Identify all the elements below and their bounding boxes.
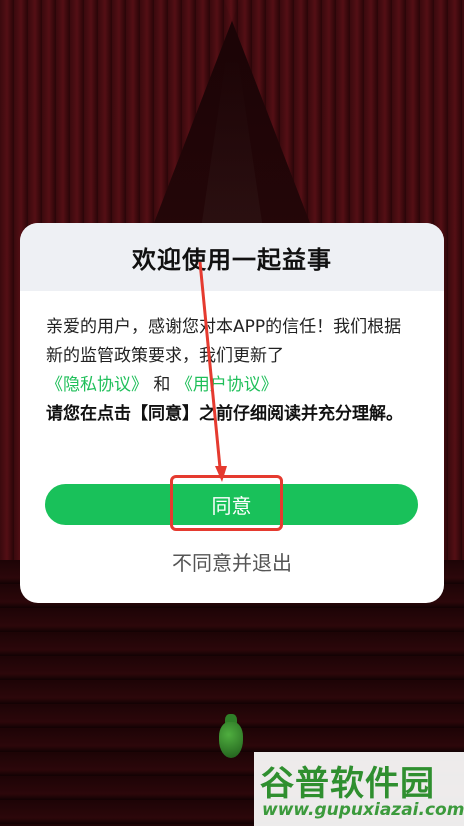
green-vase-icon <box>219 722 243 758</box>
watermark-title: 谷普软件园 <box>260 764 435 804</box>
privacy-policy-link[interactable]: 《隐私协议》 <box>46 375 148 395</box>
dialog-header: 欢迎使用一起益事 <box>20 223 444 291</box>
user-agreement-link[interactable]: 《用户协议》 <box>176 375 278 395</box>
watermark-url: www.gupuxiazai.com <box>262 800 464 820</box>
watermark: 谷普软件园 www.gupuxiazai.com <box>254 752 464 826</box>
disagree-exit-button[interactable]: 不同意并退出 <box>20 547 444 576</box>
bold-notice: 请您在点击【同意】之前仔细阅读并充分理解。 <box>46 404 403 424</box>
and-text: 和 <box>153 375 171 395</box>
dialog-body: 亲爱的用户，感谢您对本APP的信任！我们根据新的监管政策要求，我们更新了 《隐私… <box>20 291 444 429</box>
body-text: 亲爱的用户，感谢您对本APP的信任！我们根据新的监管政策要求，我们更新了 <box>46 317 402 366</box>
dialog-title: 欢迎使用一起益事 <box>132 245 332 274</box>
privacy-dialog: 欢迎使用一起益事 亲爱的用户，感谢您对本APP的信任！我们根据新的监管政策要求，… <box>20 223 444 603</box>
annotation-highlight-box <box>170 475 283 531</box>
